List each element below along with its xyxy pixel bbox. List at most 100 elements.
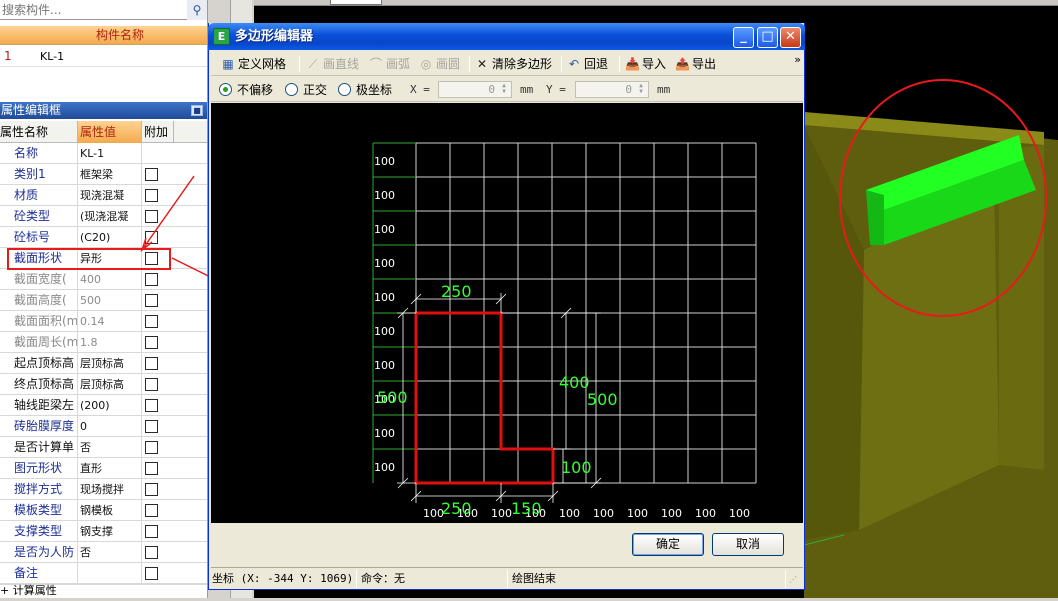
extra-checkbox[interactable] [145,357,158,370]
draw-line-label: 画直线 [323,57,360,71]
table-row[interactable]: 砖胎膜厚度 0 [0,416,207,437]
toolbar-overflow-chevron-icon[interactable]: » [794,53,801,66]
orthogonal-radio[interactable]: 正交 [285,82,327,98]
draw-line-button[interactable]: ⟋ 画直线 [306,54,359,74]
undo-label: 回退 [584,57,609,71]
table-row[interactable]: 1 KL-1 [0,46,207,67]
extra-checkbox[interactable] [145,189,158,202]
view-tab[interactable] [330,0,382,5]
table-row[interactable]: 砼标号 (C20) [0,227,207,248]
polar-radio[interactable]: 极坐标 [338,82,392,98]
extra-checkbox[interactable] [145,525,158,538]
table-row[interactable]: 搅拌方式 现场搅拌 [0,479,207,500]
property-value[interactable]: 400 [78,269,142,290]
extra-checkbox[interactable] [145,231,158,244]
no-offset-radio[interactable]: 不偏移 [219,82,273,98]
maximize-button[interactable]: □ [757,27,778,48]
property-value[interactable]: 钢模板 [78,500,142,521]
clear-polygon-button[interactable]: ✕ 清除多边形 [475,54,552,74]
cancel-button[interactable]: 取消 [712,533,784,556]
export-label: 导出 [692,57,717,71]
extra-checkbox[interactable] [145,567,158,580]
extra-checkbox[interactable] [145,273,158,286]
extra-checkbox[interactable] [145,462,158,475]
define-grid-button[interactable]: ▦ 定义网格 [221,54,286,74]
resize-grip-icon[interactable]: ⋰ [789,575,801,587]
table-row[interactable]: 模板类型 钢模板 [0,500,207,521]
table-row[interactable]: 是否为人防否 [0,542,207,563]
table-row[interactable]: 是否计算单否 [0,437,207,458]
import-button[interactable]: 📥 导入 [625,54,666,74]
toolbar-separator [561,56,562,72]
property-value[interactable]: (200) [78,395,142,416]
table-row[interactable]: 材质 现浇混凝 [0,185,207,206]
close-button[interactable]: ✕ [780,27,801,48]
draw-circle-button[interactable]: ◎ 画圆 [419,54,460,74]
table-row[interactable]: 砼类型 (现浇混凝 [0,206,207,227]
x-stepper[interactable]: 0 ▲ ▼ [438,81,512,98]
property-extra-column-header[interactable]: 附加 [142,121,174,143]
y-stepper[interactable]: 0 ▲ ▼ [575,81,649,98]
property-value[interactable]: KL-1 [78,143,142,164]
extra-checkbox[interactable] [145,168,158,181]
property-value[interactable]: 否 [78,437,142,458]
table-row[interactable]: 截面宽度(400 [0,269,207,290]
property-value[interactable]: (C20) [78,227,142,248]
extra-checkbox[interactable] [145,399,158,412]
spin-arrows-icon[interactable]: ▲ ▼ [498,83,510,96]
property-value[interactable]: 0.14 [78,311,142,332]
extra-checkbox[interactable] [145,378,158,391]
property-value[interactable]: 钢支撑 [78,521,142,542]
export-button[interactable]: 📤 导出 [675,54,716,74]
extra-checkbox[interactable] [145,210,158,223]
property-value[interactable]: 1.8 [78,332,142,353]
property-value[interactable]: 框架梁 [78,164,142,185]
property-value[interactable] [78,563,142,584]
extra-checkbox[interactable] [145,546,158,559]
property-value-column-header[interactable]: 属性值 [78,121,142,143]
table-row[interactable]: 备注 [0,563,207,584]
extra-checkbox[interactable] [145,504,158,517]
extra-checkbox[interactable] [145,336,158,349]
table-row[interactable]: 类别1 框架梁 [0,164,207,185]
component-name-column-header[interactable]: 构件名称 [96,26,144,45]
property-value[interactable]: 直形 [78,458,142,479]
ok-button[interactable]: 确定 [632,533,704,556]
property-value[interactable]: 500 [78,290,142,311]
table-row[interactable]: 支撑类型 钢支撑 [0,521,207,542]
extra-checkbox[interactable] [145,441,158,454]
undo-button[interactable]: ↶ 回退 [567,54,608,74]
extra-checkbox[interactable] [145,420,158,433]
table-row[interactable]: 截面面积(m 0.14 [0,311,207,332]
property-value[interactable]: (现浇混凝 [78,206,142,227]
table-row[interactable]: 起点顶标高 层顶标高 [0,353,207,374]
extra-checkbox[interactable] [145,294,158,307]
minimize-button[interactable]: _ [733,27,754,48]
extra-checkbox[interactable] [145,315,158,328]
column-label: 100 [559,507,580,520]
table-row[interactable]: 轴线距梁左 (200) [0,395,207,416]
table-row[interactable]: 名称 KL-1 [0,143,207,164]
property-value[interactable]: 层顶标高 [78,353,142,374]
draw-arc-button[interactable]: ⌒ 画弧 [369,54,410,74]
spin-arrows-icon[interactable]: ▲ ▼ [635,83,647,96]
calc-properties-tree-row[interactable]: + 计算属性 [0,584,207,598]
dialog-titlebar[interactable]: E 多边形编辑器 _ □ ✕ [208,23,805,50]
table-row[interactable]: 图元形状 直形 [0,458,207,479]
table-row[interactable]: 截面高度(500 [0,290,207,311]
search-input[interactable] [0,0,195,19]
pin-icon[interactable]: ■ [191,105,203,116]
property-value[interactable]: 否 [78,542,142,563]
table-row[interactable]: 截面周长(m 1.8 [0,332,207,353]
search-icon[interactable]: ⚲ [187,0,207,20]
drawing-canvas[interactable]: 100 100 100 100 100 100 100 100 100 100 100 100 100… [211,103,803,523]
property-name-column-header[interactable]: 属性名称 [0,121,78,143]
property-value[interactable]: 现浇混凝 [78,185,142,206]
row-label: 100 [374,427,395,440]
property-value[interactable]: 0 [78,416,142,437]
extra-checkbox[interactable] [145,483,158,496]
property-value[interactable]: 现场搅拌 [78,479,142,500]
column-label: 100 [661,507,682,520]
table-row[interactable]: 终点顶标高 层顶标高 [0,374,207,395]
property-value[interactable]: 层顶标高 [78,374,142,395]
